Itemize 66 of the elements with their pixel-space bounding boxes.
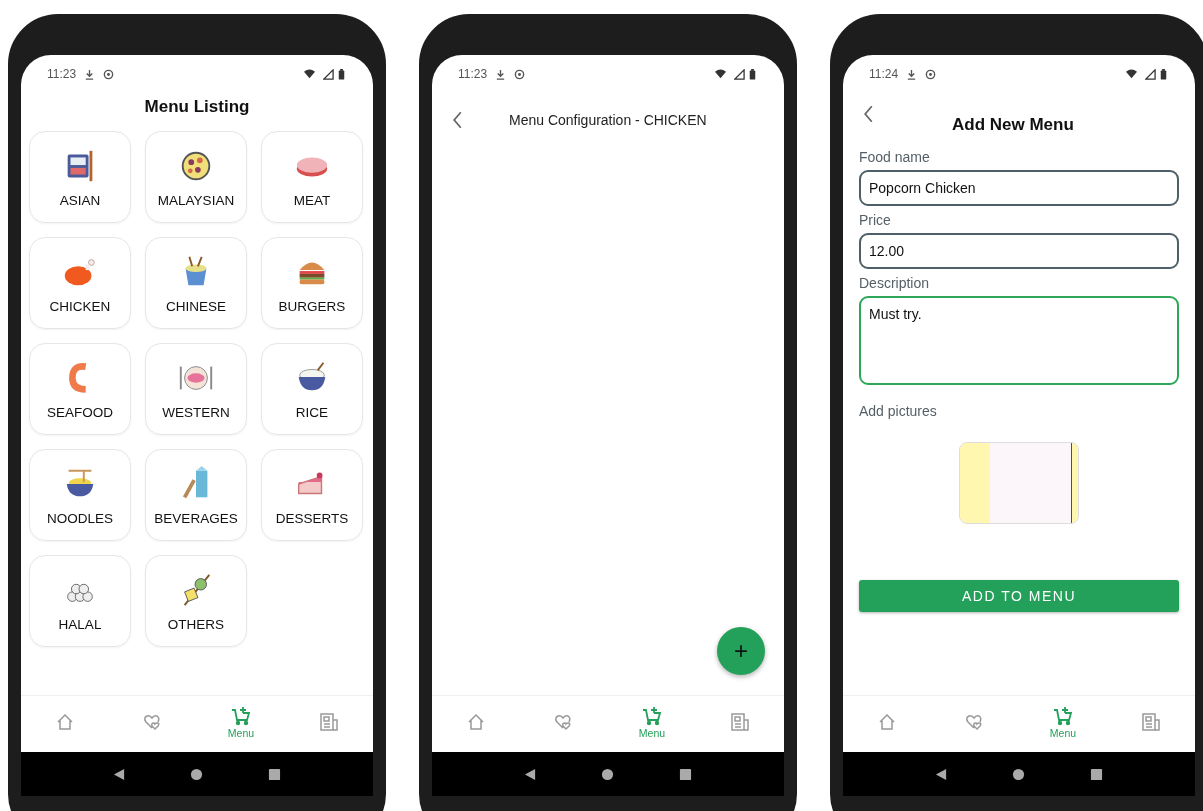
- circle-icon: [514, 68, 526, 80]
- category-card[interactable]: DESSERTS: [261, 449, 363, 541]
- cart-plus-icon: [231, 705, 251, 726]
- signal-icon: [323, 68, 334, 80]
- input-field[interactable]: 12.00: [859, 233, 1179, 269]
- download-icon: [906, 68, 918, 80]
- category-card[interactable]: BEVERAGES: [145, 449, 247, 541]
- battery-icon: [338, 68, 345, 80]
- circle-icon: [103, 68, 115, 80]
- home-circle-icon[interactable]: [190, 767, 204, 781]
- download-icon: [84, 68, 96, 80]
- back-triangle-icon[interactable]: [935, 767, 949, 781]
- category-card[interactable]: OTHERS: [145, 555, 247, 647]
- screen-title: Add New Menu: [952, 115, 1074, 135]
- status-time: 11:23: [458, 67, 488, 81]
- status-time: 11:23: [47, 67, 77, 81]
- status-time: 11:24: [869, 67, 899, 81]
- back-icon: [863, 105, 874, 123]
- nav-tab[interactable]: Menu: [1038, 705, 1088, 739]
- category-card[interactable]: MALAYSIAN: [145, 131, 247, 223]
- wifi-icon: [715, 68, 726, 80]
- home-circle-icon[interactable]: [601, 767, 615, 781]
- category-card[interactable]: RICE: [261, 343, 363, 435]
- nav-tab[interactable]: Menu: [216, 705, 266, 739]
- wifi-icon: [304, 68, 315, 80]
- category-card[interactable]: MEAT: [261, 131, 363, 223]
- back-icon: [452, 111, 463, 129]
- category-card[interactable]: ASIAN: [29, 131, 131, 223]
- signal-icon: [734, 68, 745, 80]
- recents-square-icon[interactable]: [267, 767, 281, 781]
- home-icon: [877, 712, 897, 732]
- category-card[interactable]: CHICKEN: [29, 237, 131, 329]
- field-label: Food name: [859, 149, 931, 165]
- screen-title: Menu Listing: [143, 97, 251, 117]
- battery-icon: [749, 68, 756, 80]
- home-icon: [55, 712, 75, 732]
- add-button[interactable]: +: [717, 627, 765, 675]
- field-label: Add pictures: [859, 403, 938, 419]
- nav-tab[interactable]: Menu: [627, 705, 677, 739]
- wifi-icon: [1126, 68, 1137, 80]
- newspaper-icon: [730, 712, 750, 732]
- recents-square-icon[interactable]: [1089, 767, 1103, 781]
- home-circle-icon[interactable]: [1012, 767, 1026, 781]
- newspaper-icon: [1141, 712, 1161, 732]
- circle-icon: [925, 68, 937, 80]
- screen-title: Menu Configuration - CHICKEN: [509, 112, 707, 128]
- download-icon: [495, 68, 507, 80]
- category-card[interactable]: SEAFOOD: [29, 343, 131, 435]
- category-card[interactable]: WESTERN: [145, 343, 247, 435]
- field-label: Price: [859, 212, 892, 228]
- field-label: Description: [859, 275, 931, 291]
- input-field[interactable]: Popcorn Chicken: [859, 170, 1179, 206]
- back-triangle-icon[interactable]: [113, 767, 127, 781]
- input-field[interactable]: Must try.: [859, 296, 1179, 385]
- recents-square-icon[interactable]: [678, 767, 692, 781]
- home-icon: [466, 712, 486, 732]
- category-card[interactable]: BURGERS: [261, 237, 363, 329]
- category-card[interactable]: NOODLES: [29, 449, 131, 541]
- category-card[interactable]: HALAL: [29, 555, 131, 647]
- cart-plus-icon: [1053, 705, 1073, 726]
- cart-plus-icon: [642, 705, 662, 726]
- signal-icon: [1145, 68, 1156, 80]
- category-card[interactable]: CHINESE: [145, 237, 247, 329]
- newspaper-icon: [319, 712, 339, 732]
- battery-icon: [1160, 68, 1167, 80]
- back-triangle-icon[interactable]: [524, 767, 538, 781]
